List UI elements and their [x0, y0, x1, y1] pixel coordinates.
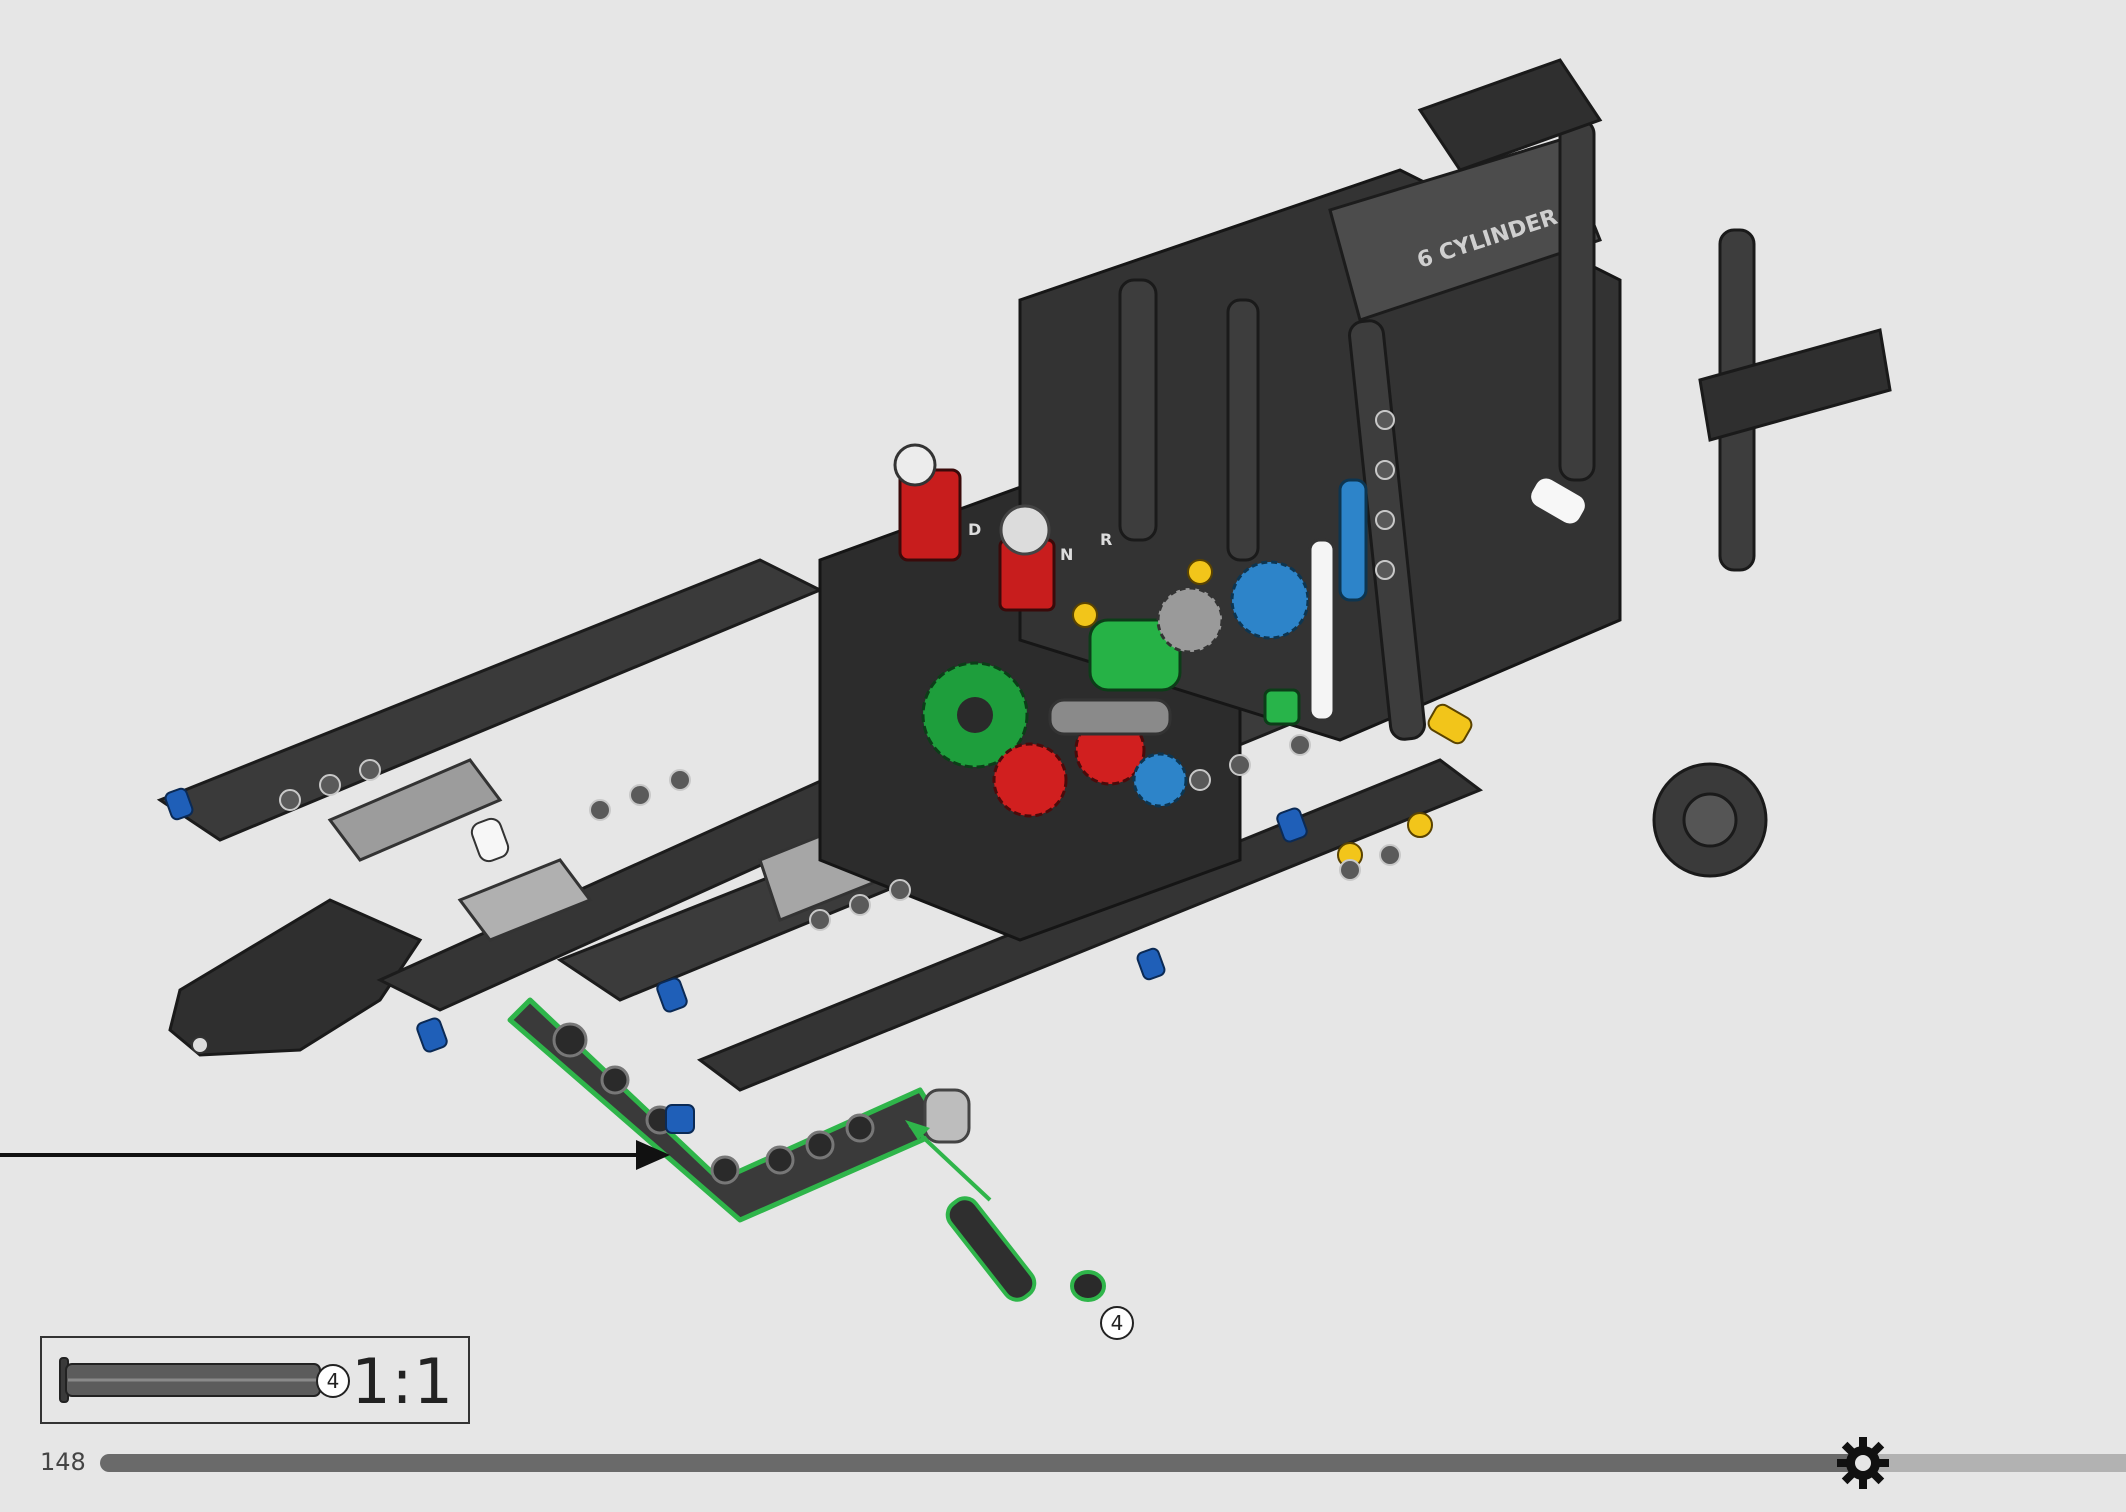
building-step-illustration: 6 CYLINDER D N R [0, 58, 1892, 1302]
page-number: 148 [40, 1448, 86, 1476]
scale-ratio: 1:1 [351, 1345, 454, 1418]
progress-bar [100, 1454, 2126, 1472]
part-quantity: 4 [316, 1364, 350, 1398]
gear-icon [1836, 1437, 1889, 1489]
loose-pin [905, 1120, 1106, 1302]
selector-label-r: R [1100, 530, 1112, 549]
selector-label-d: D [968, 520, 981, 539]
chassis-model: 6 CYLINDER D N R [156, 58, 1892, 1092]
progress-bar-fill [100, 1454, 1863, 1472]
callout-quantity: 4 [1100, 1306, 1134, 1340]
pointer-arrow [0, 1140, 670, 1170]
parts-list-box: 4 1:1 [40, 1336, 470, 1424]
highlighted-beam [507, 997, 971, 1223]
selector-label-n: N [1060, 545, 1073, 564]
axle-part-icon [59, 1357, 321, 1403]
